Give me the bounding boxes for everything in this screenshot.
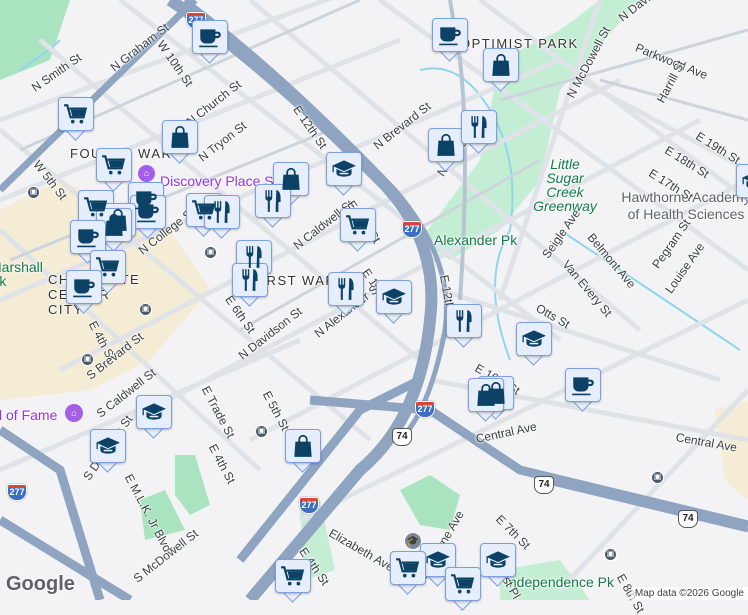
park-label[interactable]: Little Sugar Creek Greenway (530, 157, 600, 213)
map-marker-bag[interactable] (468, 378, 504, 422)
map-marker-grad[interactable] (326, 152, 362, 196)
interstate-277-shield: 277 (7, 484, 27, 501)
neighborhood-label: OPTIMIST PARK (460, 36, 579, 51)
shopping-cart-icon (280, 563, 306, 589)
graduation-cap-icon (141, 399, 167, 425)
shopping-cart-icon (101, 152, 127, 178)
graduation-cap-icon (331, 156, 357, 182)
transit-station-icon[interactable]: ▣ (27, 186, 40, 199)
shopping-bag-icon (473, 382, 499, 408)
google-logo: Google (6, 573, 75, 596)
shopping-cart-icon (345, 212, 371, 238)
coffee-cup-icon (570, 372, 596, 398)
map-marker-fork[interactable] (232, 263, 268, 307)
map-marker-coffee[interactable] (565, 368, 601, 412)
graduation-cap-icon (95, 433, 121, 459)
shopping-cart-icon (95, 254, 121, 280)
us-74-shield: 74 (678, 510, 698, 528)
shopping-bag-icon (433, 132, 459, 158)
graduation-cap-icon (425, 547, 451, 573)
shopping-bag-icon (290, 433, 316, 459)
transit-station-icon[interactable]: ▣ (204, 246, 217, 259)
shopping-cart-icon (450, 571, 476, 597)
map-marker-fork[interactable] (204, 195, 240, 239)
shopping-cart-icon (63, 101, 89, 127)
graduation-cap-icon (485, 547, 511, 573)
shopping-cart-icon (395, 555, 421, 581)
transit-station-icon[interactable]: ▣ (255, 425, 268, 438)
map-marker-fork[interactable] (446, 304, 482, 348)
interstate-277-shield: 277 (299, 497, 319, 514)
us-74-shield: 74 (534, 476, 554, 494)
coffee-cup-icon (437, 22, 463, 48)
map-marker-cart[interactable] (275, 559, 311, 603)
map-marker-cart[interactable] (96, 148, 132, 192)
restaurant-icon (333, 276, 359, 302)
coffee-cup-icon (197, 24, 223, 50)
museum-icon[interactable]: ⌂ (65, 404, 83, 422)
restaurant-icon (260, 188, 286, 214)
museum-icon[interactable]: ⌂ (138, 165, 155, 182)
park-label[interactable]: Marshall Pk (0, 260, 20, 288)
interstate-277-shield: 277 (402, 221, 422, 238)
map-marker-fork[interactable] (328, 272, 364, 316)
map-marker-grad[interactable] (136, 395, 172, 439)
map-marker-bag[interactable] (428, 128, 464, 172)
restaurant-icon (209, 199, 235, 225)
graduation-cap-icon (741, 168, 748, 194)
shopping-bag-icon (167, 124, 193, 150)
poi-label[interactable]: Hall of Fame (0, 407, 57, 423)
restaurant-icon (237, 267, 263, 293)
restaurant-icon (451, 308, 477, 334)
map-marker-fork[interactable] (255, 184, 291, 228)
us-74-shield: 74 (392, 428, 412, 446)
map-marker-coffee[interactable] (192, 20, 228, 64)
interstate-277-shield: 277 (415, 401, 435, 418)
graduation-cap-icon (381, 284, 407, 310)
park-area (175, 455, 210, 515)
map-marker-fork[interactable] (461, 110, 497, 154)
map-marker-coffee[interactable] (432, 18, 468, 62)
coffee-cup-icon (71, 274, 97, 300)
map-marker-cart[interactable] (390, 551, 426, 595)
map-marker-cart[interactable] (58, 97, 94, 141)
park-label[interactable]: Alexander Pk (434, 232, 517, 248)
map-marker-grad[interactable] (90, 429, 126, 473)
shopping-bag-icon (488, 52, 514, 78)
shopping-bag-icon (101, 212, 127, 238)
map-marker-grad[interactable] (376, 280, 412, 324)
transit-station-icon[interactable]: ▣ (604, 548, 617, 561)
map-marker-cart[interactable] (340, 208, 376, 252)
map-marker-bag[interactable] (285, 429, 321, 473)
park-label[interactable]: Independence Pk (505, 574, 614, 590)
map-marker-grad[interactable] (516, 322, 552, 366)
map-marker-cart[interactable] (445, 567, 481, 611)
map-marker-bag[interactable] (162, 120, 198, 164)
map-marker-bag[interactable] (483, 48, 519, 92)
map-marker-grad[interactable] (736, 164, 748, 208)
map-marker-coffee[interactable] (66, 270, 102, 314)
graduation-cap-icon (521, 326, 547, 352)
restaurant-icon (466, 114, 492, 140)
map-attribution[interactable]: Map data ©2026 Google (631, 587, 748, 600)
coffee-cup-icon (75, 224, 101, 250)
transit-station-icon[interactable]: ▣ (651, 471, 664, 484)
map-marker-grad[interactable] (480, 543, 516, 587)
coffee-cup-icon (135, 199, 161, 225)
